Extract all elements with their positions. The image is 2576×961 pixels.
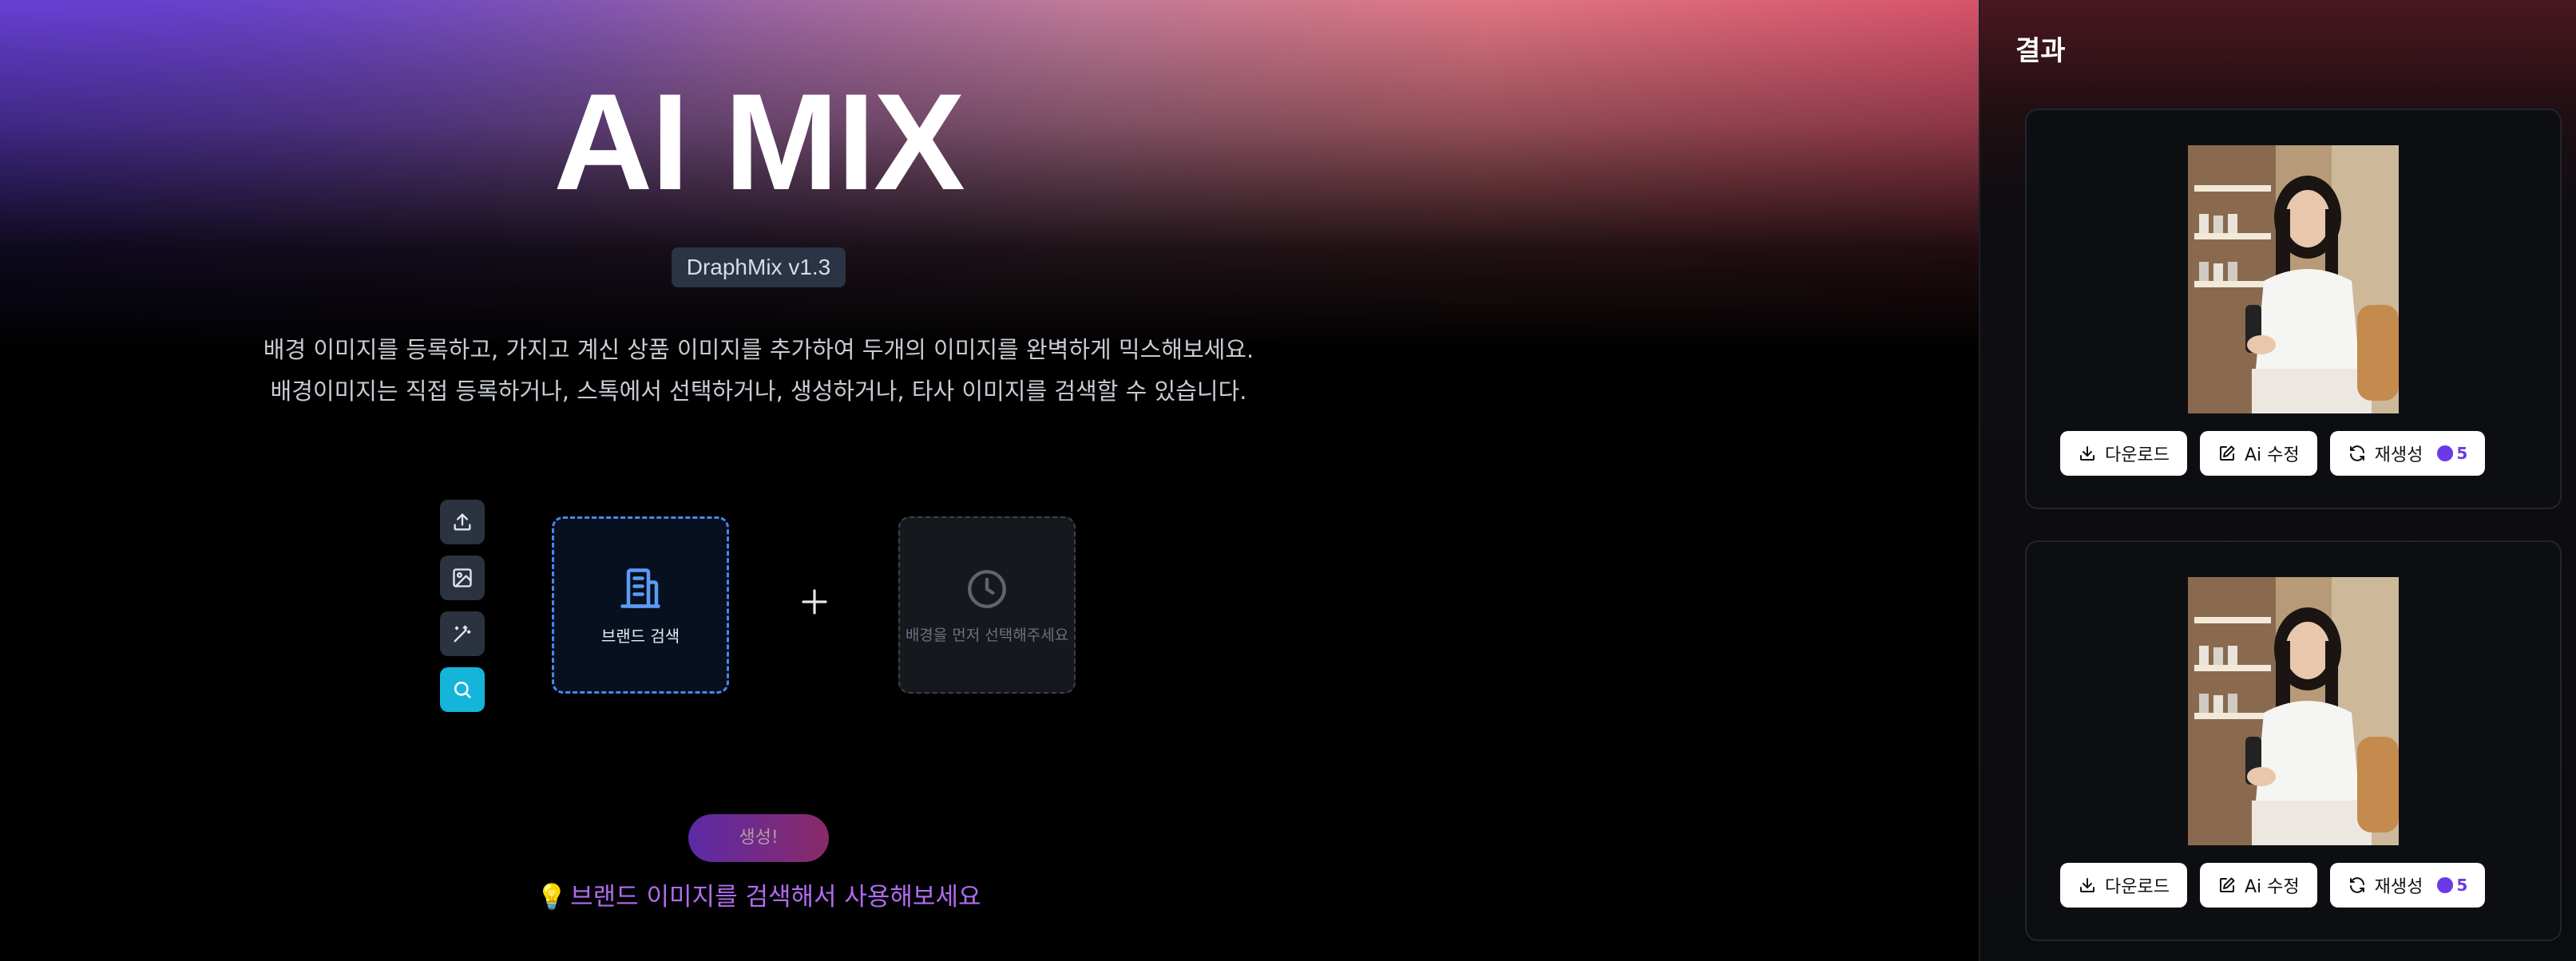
ai-edit-label: Ai 수정 — [2244, 877, 2300, 897]
description: 배경 이미지를 등록하고, 가지고 계신 상품 이미지를 추가하여 두개의 이미… — [0, 329, 1517, 412]
version-badge: DraphMix v1.3 — [672, 247, 846, 287]
hint-text: 💡 브랜드 이미지를 검색해서 사용해보세요 — [0, 876, 1517, 912]
download-button[interactable]: 다운로드 — [2060, 431, 2187, 476]
credit-badge: 5 — [2437, 876, 2467, 895]
upload-button[interactable] — [440, 500, 485, 544]
magic-wand-icon — [454, 625, 471, 643]
result-card: 다운로드 Ai 수정 재생성 5 — [2025, 109, 2562, 509]
regenerate-button[interactable]: 재생성 5 — [2329, 431, 2486, 476]
download-label: 다운로드 — [2105, 877, 2170, 897]
credit-value: 5 — [2456, 876, 2468, 895]
ai-edit-button[interactable]: Ai 수정 — [2199, 863, 2317, 908]
download-label: 다운로드 — [2105, 445, 2170, 465]
results-title: 결과 — [2015, 35, 2066, 67]
main-area: AI MIX DraphMix v1.3 배경 이미지를 등록하고, 가지고 계… — [0, 0, 1979, 961]
generate-image-button[interactable] — [440, 611, 485, 656]
edit-icon — [2219, 877, 2235, 892]
result-actions: 다운로드 Ai 수정 재생성 5 — [2060, 863, 2486, 908]
clock-icon — [968, 569, 1006, 608]
result-card: 다운로드 Ai 수정 재생성 5 — [2025, 540, 2562, 941]
regenerate-button[interactable]: 재생성 5 — [2329, 863, 2486, 908]
credit-value: 5 — [2456, 444, 2468, 463]
ai-edit-button[interactable]: Ai 수정 — [2199, 431, 2317, 476]
building-icon — [620, 568, 660, 608]
download-icon — [2080, 446, 2094, 461]
credit-badge: 5 — [2437, 444, 2467, 463]
background-slot: 배경을 먼저 선택해주세요 — [898, 516, 1076, 694]
search-button[interactable] — [440, 667, 485, 712]
tool-bar — [440, 500, 485, 723]
upload-icon — [454, 513, 471, 531]
ai-edit-label: Ai 수정 — [2244, 445, 2300, 465]
hint-label: 브랜드 이미지를 검색해서 사용해보세요 — [570, 883, 981, 912]
result-actions: 다운로드 Ai 수정 재생성 5 — [2060, 431, 2486, 476]
refresh-icon — [2349, 445, 2364, 461]
result-image[interactable] — [2188, 577, 2399, 845]
credit-icon — [2437, 445, 2454, 461]
regenerate-label: 재생성 — [2374, 877, 2423, 897]
refresh-icon — [2349, 877, 2364, 893]
download-icon — [2080, 878, 2094, 892]
results-panel: 결과 다운로드 Ai 수정 재생성 5 다운로드 Ai 수정 재생성 5 — [1979, 0, 2576, 961]
stock-image-button[interactable] — [440, 556, 485, 600]
lightbulb-icon: 💡 — [536, 883, 568, 912]
result-image[interactable] — [2188, 145, 2399, 413]
background-slot-label: 배경을 먼저 선택해주세요 — [905, 626, 1069, 644]
brand-search-label: 브랜드 검색 — [600, 626, 680, 646]
regenerate-label: 재생성 — [2374, 445, 2423, 465]
generate-button[interactable]: 생성! — [688, 814, 829, 862]
search-icon — [454, 681, 471, 698]
description-line-2: 배경이미지는 직접 등록하거나, 스톡에서 선택하거나, 생성하거나, 타사 이… — [270, 378, 1247, 405]
image-icon — [453, 568, 472, 587]
brand-search-slot[interactable]: 브랜드 검색 — [552, 516, 729, 694]
page-title: AI MIX — [553, 65, 965, 219]
credit-icon — [2437, 877, 2454, 893]
edit-icon — [2219, 445, 2235, 461]
plus-icon — [802, 589, 827, 615]
description-line-1: 배경 이미지를 등록하고, 가지고 계신 상품 이미지를 추가하여 두개의 이미… — [263, 336, 1254, 363]
download-button[interactable]: 다운로드 — [2060, 863, 2187, 908]
